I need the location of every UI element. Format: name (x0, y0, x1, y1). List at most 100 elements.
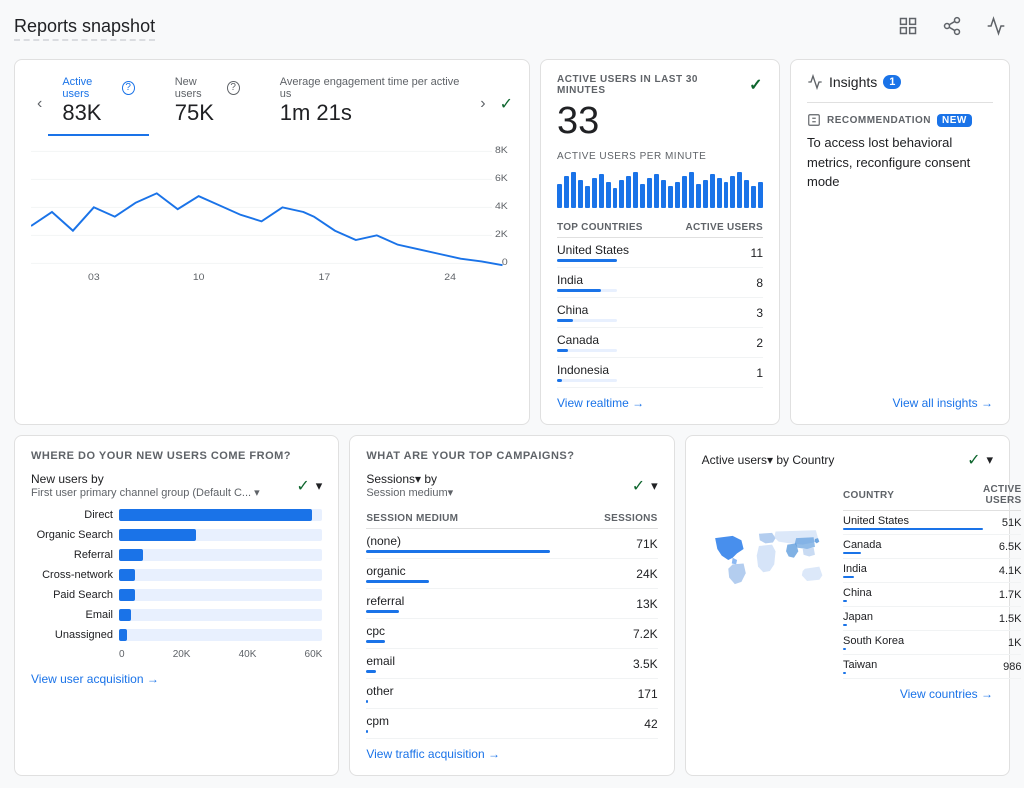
svg-text:10: 10 (193, 273, 205, 282)
geo-country-col: COUNTRY (843, 480, 983, 511)
share-icon[interactable] (938, 12, 966, 45)
sessions-row: email 3.5K (366, 649, 657, 679)
customize-icon[interactable] (894, 12, 922, 45)
campaigns-dropdown-arrow[interactable]: ▾ (651, 478, 658, 494)
geo-country-row: China 1.7K (843, 583, 1021, 607)
top-countries-col1: TOP COUNTRIES (557, 222, 643, 233)
badge-new: New (937, 114, 972, 127)
new-users-bar-row: Email (31, 609, 322, 621)
new-users-selector-text: New users by (31, 472, 104, 486)
svg-text:03: 03 (88, 273, 100, 282)
geo-country-row: South Korea 1K (843, 631, 1021, 655)
view-insights-link[interactable]: View all insights → (893, 396, 994, 410)
mini-bar (689, 172, 694, 208)
svg-text:8K: 8K (495, 146, 508, 156)
campaigns-controls: ✓ ▾ (632, 476, 658, 496)
new-users-dropdown-arrow[interactable]: ▾ (316, 478, 323, 494)
mini-bar (675, 182, 680, 208)
x-axis-label: 20K (173, 649, 191, 660)
mini-bar (737, 172, 742, 208)
view-user-acquisition-link[interactable]: View user acquisition → (31, 672, 322, 686)
realtime-title: ACTIVE USERS IN LAST 30 MINUTES (557, 74, 749, 96)
metrics-check-icon: ✓ (500, 94, 513, 114)
mini-bar (703, 180, 708, 208)
settings-icon[interactable] (982, 12, 1010, 45)
x-axis-label: 0 (119, 649, 125, 660)
new-users-bar-row: Cross-network (31, 569, 322, 581)
tab-new-users[interactable]: New users ? 75K (161, 72, 254, 136)
view-countries-link[interactable]: View countries → (702, 687, 993, 701)
mini-bar (682, 176, 687, 208)
new-users-info-icon[interactable]: ? (227, 81, 240, 95)
realtime-country-row: India 8 (557, 268, 763, 298)
tab-active-users[interactable]: Active users ? 83K (48, 72, 148, 136)
insight-text: To access lost behavioral metrics, recon… (807, 133, 993, 192)
x-axis-label: 40K (239, 649, 257, 660)
realtime-sub-label: ACTIVE USERS PER MINUTE (557, 151, 763, 162)
recommendation-label: RECOMMENDATION New (807, 113, 993, 127)
realtime-card: ACTIVE USERS IN LAST 30 MINUTES ✓ 33 ACT… (540, 59, 780, 425)
view-traffic-link[interactable]: View traffic acquisition → (366, 747, 657, 761)
new-users-bar-chart: Direct Organic Search Referral Cross-net… (31, 509, 322, 641)
geo-country-table-wrap: COUNTRY ACTIVE USERS United States 51K C… (843, 480, 993, 679)
new-users-check: ✓ (296, 476, 309, 496)
realtime-country-row: Indonesia 1 (557, 358, 763, 388)
mini-bar (619, 180, 624, 208)
mini-bar (585, 186, 590, 208)
realtime-label: ACTIVE USERS IN LAST 30 MINUTES ✓ (557, 74, 763, 96)
campaigns-card: WHAT ARE YOUR TOP CAMPAIGNS? Sessions▾ b… (349, 435, 674, 776)
rec-icon (807, 113, 821, 127)
campaigns-selector[interactable]: Sessions▾ by (366, 472, 453, 486)
map-container: COUNTRY ACTIVE USERS United States 51K C… (702, 480, 993, 679)
new-users-title: WHERE DO YOUR NEW USERS COME FROM? (31, 450, 322, 462)
mini-bar (571, 172, 576, 208)
geo-selector[interactable]: Active users▾ by Country (702, 453, 835, 467)
sessions-row: cpc 7.2K (366, 619, 657, 649)
geo-country-row: Japan 1.5K (843, 607, 1021, 631)
sessions-row: cpm 42 (366, 709, 657, 739)
geo-selector-row: Active users▾ by Country ✓ ▾ (702, 450, 993, 470)
metrics-card: ‹ Active users ? 83K New users ? 75K (14, 59, 530, 425)
geo-card: Active users▾ by Country ✓ ▾ (685, 435, 1010, 776)
geo-check: ✓ (967, 450, 980, 470)
sessions-medium-header: SESSION MEDIUM (366, 509, 550, 529)
rec-label-text: RECOMMENDATION (827, 115, 931, 126)
geo-country-row: United States 51K (843, 511, 1021, 535)
active-users-info-icon[interactable]: ? (122, 81, 135, 95)
mini-bar (599, 174, 604, 208)
mini-bar (647, 178, 652, 208)
new-users-card: WHERE DO YOUR NEW USERS COME FROM? New u… (14, 435, 339, 776)
campaigns-title: WHAT ARE YOUR TOP CAMPAIGNS? (366, 450, 657, 462)
new-users-selector[interactable]: New users by (31, 472, 260, 486)
new-users-bar-row: Paid Search (31, 589, 322, 601)
mini-bar (626, 176, 631, 208)
page-title: Reports snapshot (14, 16, 155, 41)
avg-engagement-value: 1m 21s (280, 100, 461, 126)
geo-dropdown-arrow[interactable]: ▾ (986, 452, 993, 468)
insights-icon (807, 74, 823, 90)
mini-bar (724, 182, 729, 208)
active-users-value: 83K (62, 100, 134, 126)
prev-metric-arrow[interactable]: ‹ (31, 95, 48, 113)
campaigns-selector-sub[interactable]: Session medium▾ (366, 486, 453, 499)
mini-bar (758, 182, 763, 208)
realtime-country-row: Canada 2 (557, 328, 763, 358)
sessions-row: organic 24K (366, 559, 657, 589)
view-realtime-link[interactable]: View realtime → (557, 396, 763, 410)
mini-bar (730, 176, 735, 208)
next-metric-arrow[interactable]: › (474, 95, 491, 113)
svg-text:6K: 6K (495, 174, 508, 184)
new-users-bar-row: Referral (31, 549, 322, 561)
geo-country-table: COUNTRY ACTIVE USERS United States 51K C… (843, 480, 1021, 679)
mini-bar (592, 178, 597, 208)
mini-bar (613, 188, 618, 208)
new-users-selector-sub[interactable]: First user primary channel group (Defaul… (31, 486, 260, 499)
geo-country-row: India 4.1K (843, 559, 1021, 583)
tab-avg-engagement[interactable]: Average engagement time per active us 1m… (266, 72, 475, 136)
mini-bar (696, 184, 701, 208)
mini-bar (564, 176, 569, 208)
sessions-row: referral 13K (366, 589, 657, 619)
svg-text:17: 17 (319, 273, 331, 282)
mini-bar (751, 186, 756, 208)
mini-bar (744, 180, 749, 208)
